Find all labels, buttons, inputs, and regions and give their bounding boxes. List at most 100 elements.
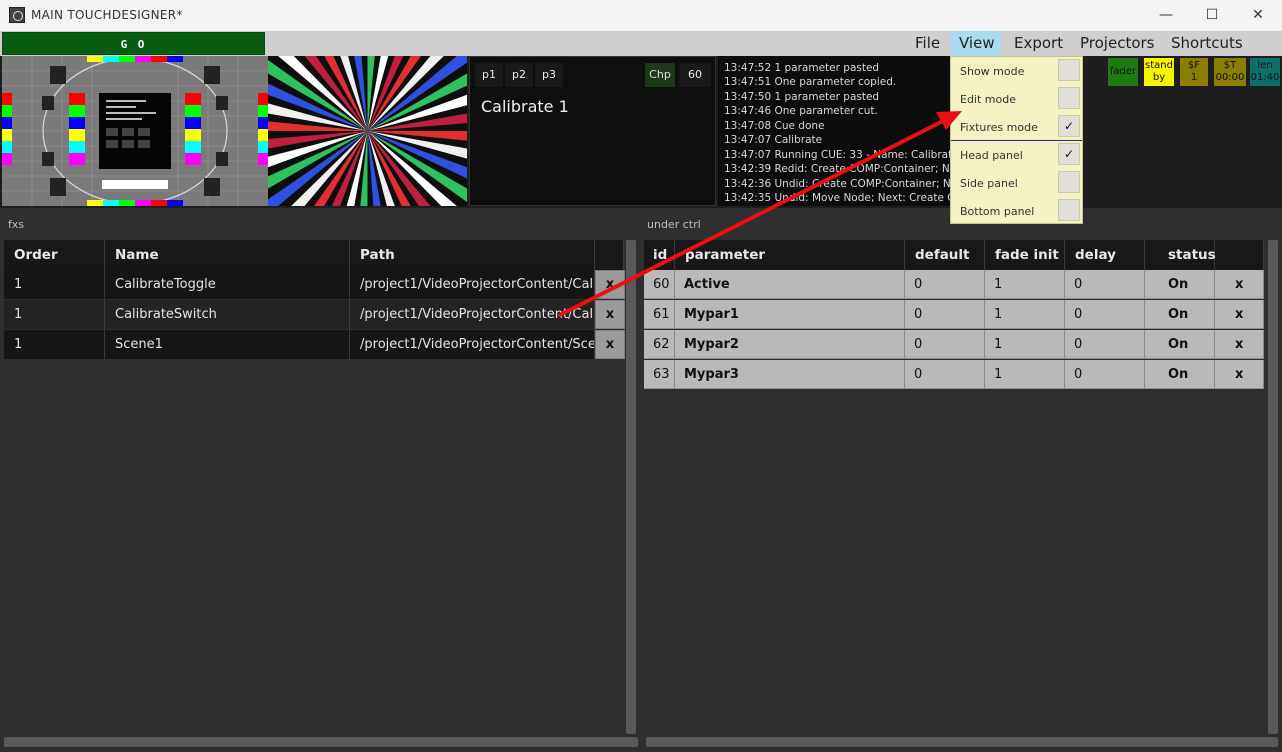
remove-param-button[interactable]: x: [1215, 360, 1264, 389]
remove-param-button[interactable]: x: [1215, 330, 1264, 359]
ctrl-cell-fade-init[interactable]: 1: [985, 330, 1065, 359]
checkmark-icon[interactable]: ✓: [1058, 115, 1080, 137]
fxs-horizontal-scrollbar[interactable]: [4, 737, 638, 747]
column-header-id[interactable]: id: [644, 240, 675, 270]
column-header-name[interactable]: Name: [105, 240, 350, 270]
st-value: 00:00: [1215, 72, 1245, 83]
fader-status[interactable]: fader: [1108, 58, 1138, 86]
ctrl-horizontal-scrollbar[interactable]: [646, 737, 1278, 747]
sf-status: $F 1: [1180, 58, 1208, 86]
st-label: $T: [1223, 60, 1237, 71]
go-button[interactable]: G O: [2, 32, 265, 55]
chp-value: 60: [679, 63, 711, 87]
fxs-cell-order[interactable]: 1: [4, 270, 105, 299]
ctrl-cell-id: 63: [644, 360, 675, 389]
view-menu-head-panel[interactable]: Head panel ✓: [951, 141, 1082, 169]
ctrl-cell-status[interactable]: On: [1145, 330, 1215, 359]
preset-button-p1[interactable]: p1: [475, 63, 503, 87]
ctrl-cell-id: 62: [644, 330, 675, 359]
fxs-cell-name[interactable]: CalibrateToggle: [105, 270, 350, 299]
ctrl-cell-default[interactable]: 0: [905, 300, 985, 329]
ctrl-cell-parameter[interactable]: Active: [675, 270, 905, 299]
close-button[interactable]: ✕: [1235, 0, 1281, 31]
log-line: 13:42:35 Undid: Move Node; Next: Create …: [724, 192, 950, 204]
column-header-default[interactable]: default: [905, 240, 985, 270]
fxs-cell-name[interactable]: Scene1: [105, 330, 350, 359]
log-line: 13:47:50 1 parameter pasted: [724, 91, 880, 103]
ctrl-cell-default[interactable]: 0: [905, 270, 985, 299]
checkbox[interactable]: [1058, 87, 1080, 109]
ctrl-cell-delay-init[interactable]: 0: [1065, 360, 1145, 389]
fxs-cell-path[interactable]: /project1/VideoProjectorContent/Calibrat…: [350, 270, 595, 299]
ctrl-cell-default[interactable]: 0: [905, 360, 985, 389]
remove-fx-button[interactable]: x: [595, 330, 625, 359]
ctrl-cell-parameter[interactable]: Mypar2: [675, 330, 905, 359]
column-header-status[interactable]: status: [1145, 240, 1216, 270]
fxs-vertical-scrollbar[interactable]: [626, 240, 636, 734]
ctrl-cell-parameter[interactable]: Mypar3: [675, 360, 905, 389]
ctrl-cell-delay-init[interactable]: 0: [1065, 300, 1145, 329]
view-menu-fixtures-mode[interactable]: Fixtures mode ✓: [951, 113, 1082, 141]
log-line: 13:47:08 Cue done: [724, 120, 825, 132]
ctrl-cell-default[interactable]: 0: [905, 330, 985, 359]
chp-button[interactable]: Chp: [645, 63, 675, 87]
ctrl-cell-fade-init[interactable]: 1: [985, 360, 1065, 389]
touchdesigner-logo-icon: [9, 7, 25, 23]
fxs-section-label: fxs: [8, 218, 25, 231]
menu-projectors[interactable]: Projectors: [1072, 31, 1160, 56]
preset-button-p3[interactable]: p3: [535, 63, 563, 87]
fxs-cell-order[interactable]: 1: [4, 300, 105, 329]
len-label: len: [1257, 60, 1273, 71]
log-line: 13:47:52 1 parameter pasted: [724, 62, 880, 74]
fxs-cell-order[interactable]: 1: [4, 330, 105, 359]
fader-label: fader: [1109, 66, 1137, 77]
view-menu-show-mode[interactable]: Show mode: [951, 57, 1082, 85]
menu-shortcuts[interactable]: Shortcuts: [1163, 31, 1247, 56]
remove-param-button[interactable]: x: [1215, 300, 1264, 329]
maximize-button[interactable]: ☐: [1189, 0, 1235, 31]
minimize-button[interactable]: —: [1143, 0, 1189, 31]
head-panel: p1 p2 p3 Chp 60 Calibrate 1 13:47:52 1 p…: [0, 0, 1282, 291]
checkbox[interactable]: [1058, 171, 1080, 193]
view-menu-side-panel[interactable]: Side panel: [951, 169, 1082, 197]
remove-fx-button[interactable]: x: [595, 270, 625, 299]
remove-param-button[interactable]: x: [1215, 270, 1264, 299]
checkbox[interactable]: [1058, 59, 1080, 81]
ctrl-cell-status[interactable]: On: [1145, 360, 1215, 389]
fxs-cell-name[interactable]: CalibrateSwitch: [105, 300, 350, 329]
preset-button-p2[interactable]: p2: [505, 63, 533, 87]
ctrl-cell-delay-init[interactable]: 0: [1065, 330, 1145, 359]
column-header-path[interactable]: Path: [350, 240, 595, 270]
window-title: MAIN TOUCHDESIGNER*: [31, 8, 183, 22]
menu-view[interactable]: View: [951, 31, 1001, 56]
ctrl-cell-fade-init[interactable]: 1: [985, 300, 1065, 329]
remove-fx-button[interactable]: x: [595, 300, 625, 329]
standby-status[interactable]: stand by: [1144, 58, 1174, 86]
test-card-preview: [2, 56, 268, 206]
menu-export[interactable]: Export: [1006, 31, 1068, 56]
log-line: 13:42:39 Redid: Create COMP:Container; N…: [724, 163, 950, 175]
log-line: 13:47:51 One parameter copied.: [724, 76, 897, 88]
column-header-delay-init[interactable]: delay init: [1065, 240, 1145, 293]
ctrl-cell-status[interactable]: On: [1145, 270, 1215, 299]
column-header-fade-init[interactable]: fade init: [985, 240, 1065, 270]
checkbox[interactable]: [1058, 199, 1080, 221]
fxs-cell-path[interactable]: /project1/VideoProjectorContent/Calibrat…: [350, 300, 595, 329]
ctrl-cell-parameter[interactable]: Mypar1: [675, 300, 905, 329]
menu-item-label: Side panel: [960, 177, 1018, 190]
ctrl-cell-fade-init[interactable]: 1: [985, 270, 1065, 299]
menu-item-label: Show mode: [960, 65, 1025, 78]
log-line: 13:47:07 Calibrate: [724, 134, 823, 146]
view-menu-edit-mode[interactable]: Edit mode: [951, 85, 1082, 113]
menu-file[interactable]: File: [906, 31, 948, 56]
fxs-cell-path[interactable]: /project1/VideoProjectorContent/Scene1: [350, 330, 595, 359]
ctrl-vertical-scrollbar[interactable]: [1268, 240, 1278, 734]
view-menu-bottom-panel[interactable]: Bottom panel: [951, 197, 1082, 225]
menu-item-label: Head panel: [960, 149, 1023, 162]
video-preview-spiral: [207, 0, 528, 291]
ctrl-cell-delay-init[interactable]: 0: [1065, 270, 1145, 299]
checkmark-icon[interactable]: ✓: [1058, 143, 1080, 165]
column-header-order[interactable]: Order: [4, 240, 105, 270]
column-header-parameter[interactable]: parameter: [675, 240, 905, 270]
ctrl-cell-status[interactable]: On: [1145, 300, 1215, 329]
